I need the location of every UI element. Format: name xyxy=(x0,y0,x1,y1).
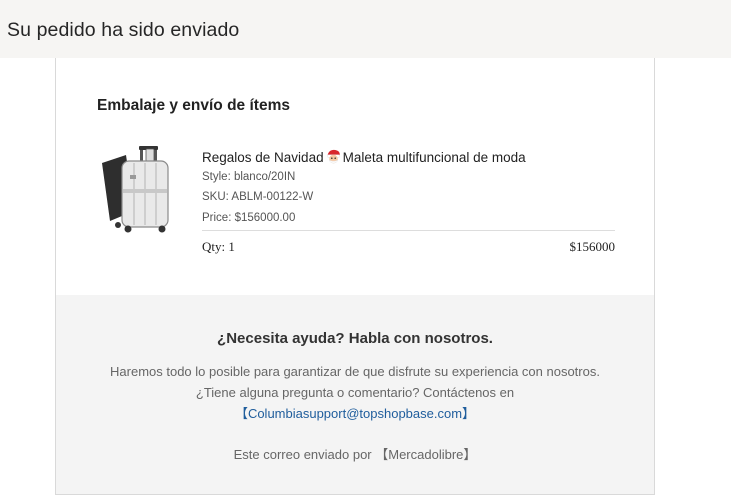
suitcase-product-image xyxy=(102,146,169,233)
product-name-part-2: Maleta multifuncional de moda xyxy=(342,150,526,165)
santa-face-icon xyxy=(326,149,340,164)
product-qty: Qty: 1 xyxy=(202,239,235,254)
email-card: Embalaje y envío de ítems Regalos de Nav… xyxy=(55,58,655,495)
product-sku: SKU: ABLM-00122-W xyxy=(202,191,314,203)
help-section: ¿Necesita ayuda? Habla con nosotros. Har… xyxy=(56,295,654,494)
product-total: $156000 xyxy=(569,239,616,254)
support-email-link[interactable]: 【Columbiasupport@topshopbase.com】 xyxy=(235,406,475,421)
email-header-bar: Su pedido ha sido enviado xyxy=(0,0,731,58)
product-style: Style: blanco/20IN xyxy=(202,171,296,183)
page-title: Su pedido ha sido enviado xyxy=(7,19,240,41)
help-body: Haremos todo lo posible para garantizar … xyxy=(106,361,604,424)
section-title: Embalaje y envío de ítems xyxy=(97,97,290,114)
help-title: ¿Necesita ayuda? Habla con nosotros. xyxy=(217,330,493,347)
product-name-part-1: Regalos de Navidad xyxy=(202,150,324,165)
help-text: Haremos todo lo posible para garantizar … xyxy=(110,364,600,400)
product-name: Regalos de Navidad Maleta multifuncional… xyxy=(202,148,526,165)
sender-footer: Este correo enviado por 【Mercadolibre】 xyxy=(233,447,477,462)
product-price: Price: $156000.00 xyxy=(202,212,296,224)
divider xyxy=(202,230,615,231)
